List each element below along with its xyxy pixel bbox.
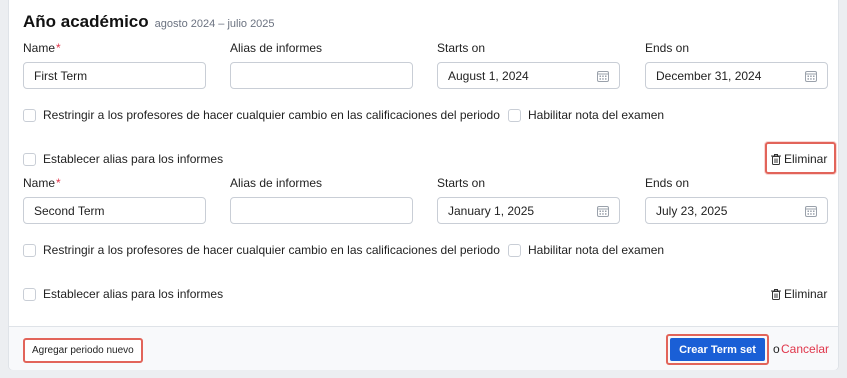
trash-icon: [771, 288, 781, 300]
alias-label: Alias de informes: [230, 41, 323, 55]
term-1-alias-input[interactable]: [230, 62, 413, 89]
starts-label: Starts on: [437, 41, 486, 55]
required-mark: *: [56, 176, 61, 190]
term-2-name-value: Second Term: [34, 203, 105, 218]
set-alias-label: Establecer alias para los informes: [43, 287, 224, 301]
add-term-button[interactable]: Agregar periodo nuevo: [23, 338, 143, 363]
calendar-icon[interactable]: [597, 70, 609, 82]
term-2-ends-field: Ends on July 23, 2025: [645, 176, 828, 224]
checkbox-box[interactable]: [23, 152, 36, 166]
term-1-alias-checkbox[interactable]: Establecer alias para los informes: [23, 152, 223, 166]
alias-label: Alias de informes: [230, 176, 323, 190]
name-label-text: Name: [23, 41, 56, 55]
exam-label: Habilitar nota del examen: [528, 243, 665, 257]
checkbox-box[interactable]: [508, 108, 521, 122]
required-mark: *: [56, 41, 61, 55]
term-set-panel: Año académico agosto 2024 – julio 2025 N…: [8, 0, 839, 370]
checkbox-box[interactable]: [23, 108, 36, 122]
term-2-starts-input[interactable]: January 1, 2025: [437, 197, 620, 224]
term-2-alias-checkbox[interactable]: Establecer alias para los informes: [23, 287, 223, 301]
delete-label: Eliminar: [784, 287, 828, 301]
term-2-starts-value: January 1, 2025: [448, 203, 535, 218]
calendar-icon[interactable]: [805, 205, 817, 217]
calendar-icon[interactable]: [597, 205, 609, 217]
term-1-name-field: Name* First Term: [23, 41, 206, 89]
term-2-exam-checkbox[interactable]: Habilitar nota del examen: [508, 243, 664, 257]
term-1-starts-value: August 1, 2024: [448, 68, 529, 83]
restrict-label: Restringir a los profesores de hacer cua…: [43, 108, 500, 122]
term-2-ends-value: July 23, 2025: [656, 203, 728, 218]
panel-header: Año académico agosto 2024 – julio 2025: [23, 12, 275, 32]
term-2-starts-field: Starts on January 1, 2025: [437, 176, 620, 224]
or-separator: o: [773, 342, 780, 356]
term-2-name-field: Name* Second Term: [23, 176, 206, 224]
term-2-fields: Name* Second Term Alias de informes Star…: [23, 176, 828, 224]
term-2-name-input[interactable]: Second Term: [23, 197, 206, 224]
term-2-delete-button[interactable]: Eliminar: [771, 287, 827, 301]
name-label: Name*: [23, 41, 206, 57]
term-2-restrict-checkbox[interactable]: Restringir a los profesores de hacer cua…: [23, 243, 500, 257]
term-2-ends-input[interactable]: July 23, 2025: [645, 197, 828, 224]
ends-label: Ends on: [645, 176, 690, 190]
term-1-name-input[interactable]: First Term: [23, 62, 206, 89]
term-1-restrict-checkbox[interactable]: Restringir a los profesores de hacer cua…: [23, 108, 500, 122]
term-1-ends-input[interactable]: December 31, 2024: [645, 62, 828, 89]
term-1-alias-field: Alias de informes: [230, 41, 413, 89]
academic-year-range: agosto 2024 – julio 2025: [154, 18, 275, 30]
trash-icon: [771, 153, 781, 165]
term-1-name-value: First Term: [34, 68, 88, 83]
restrict-label: Restringir a los profesores de hacer cua…: [43, 243, 500, 257]
checkbox-box[interactable]: [23, 287, 36, 301]
name-label: Name*: [23, 176, 206, 192]
checkbox-box[interactable]: [23, 243, 36, 257]
term-1-ends-value: December 31, 2024: [656, 68, 762, 83]
exam-label: Habilitar nota del examen: [528, 108, 665, 122]
term-1-exam-checkbox[interactable]: Habilitar nota del examen: [508, 108, 664, 122]
term-1-delete-button[interactable]: Eliminar: [771, 152, 827, 166]
create-button-highlight: Crear Term set: [666, 334, 769, 365]
set-alias-label: Establecer alias para los informes: [43, 152, 224, 166]
create-term-set-button[interactable]: Crear Term set: [670, 338, 765, 361]
starts-label: Starts on: [437, 176, 486, 190]
term-1-fields: Name* First Term Alias de informes Start…: [23, 41, 828, 89]
term-2-alias-field: Alias de informes: [230, 176, 413, 224]
form-footer: Agregar periodo nuevo Crear Term set o C…: [9, 326, 838, 370]
checkbox-box[interactable]: [508, 243, 521, 257]
term-1-starts-field: Starts on August 1, 2024: [437, 41, 620, 89]
ends-label: Ends on: [645, 41, 690, 55]
term-1-starts-input[interactable]: August 1, 2024: [437, 62, 620, 89]
page-title: Año académico: [23, 12, 149, 31]
delete-label: Eliminar: [784, 152, 828, 166]
term-1-ends-field: Ends on December 31, 2024: [645, 41, 828, 89]
name-label-text: Name: [23, 176, 56, 190]
cancel-link[interactable]: Cancelar: [781, 342, 829, 356]
calendar-icon[interactable]: [805, 70, 817, 82]
term-2-alias-input[interactable]: [230, 197, 413, 224]
